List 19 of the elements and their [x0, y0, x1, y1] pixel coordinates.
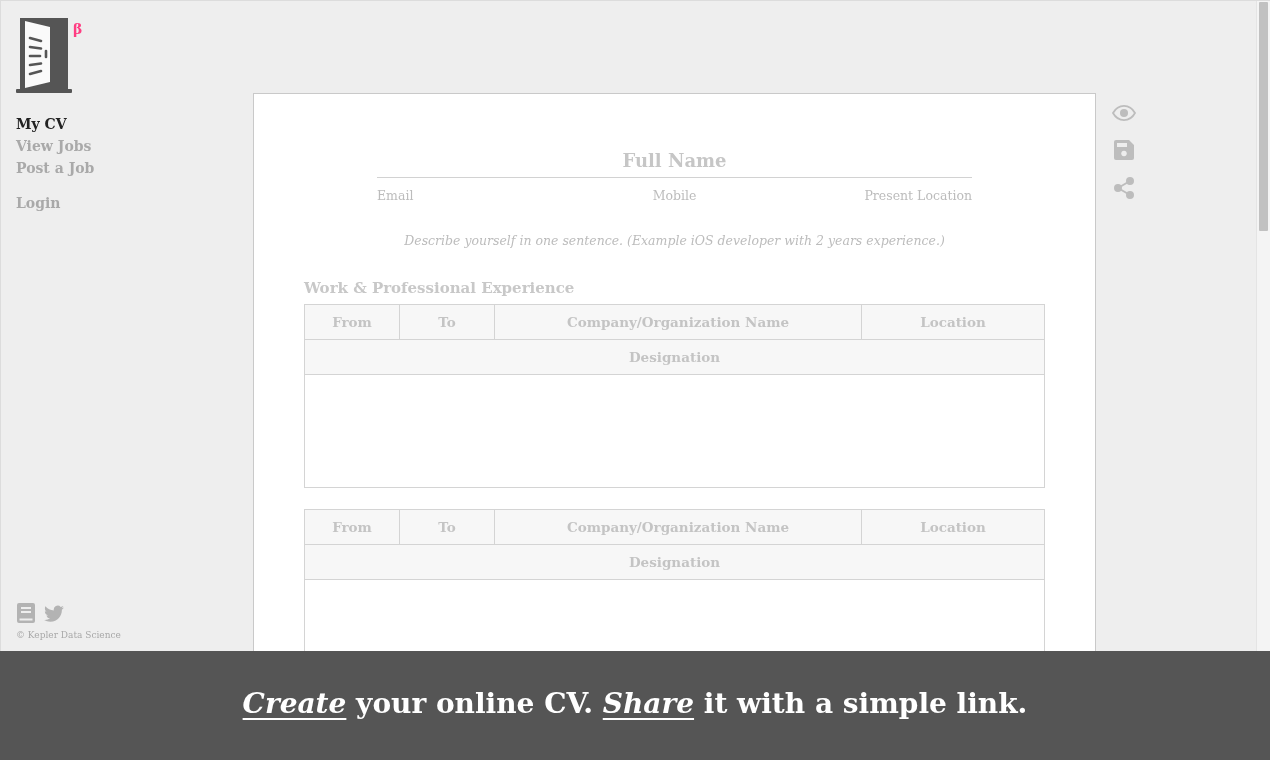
- name-field[interactable]: Full Name: [377, 144, 972, 178]
- email-field[interactable]: Email: [377, 186, 576, 204]
- mobile-field[interactable]: Mobile: [575, 186, 774, 204]
- summary-field[interactable]: Describe yourself in one sentence. (Example iOS developer with 2 years experience.): [304, 230, 1045, 250]
- nav-link[interactable]: Post a Job: [16, 157, 95, 179]
- save-icon[interactable]: [1114, 140, 1134, 160]
- nav-link[interactable]: View Jobs: [16, 135, 92, 157]
- scrollbar-thumb[interactable]: [1259, 2, 1268, 231]
- nav-link[interactable]: My CV: [16, 113, 67, 135]
- login-link[interactable]: Login: [16, 192, 61, 214]
- scrollbar-track[interactable]: [1256, 1, 1270, 651]
- share-icon[interactable]: [1114, 177, 1134, 199]
- tagline-text: Create your online CV. Share it with a simple link.: [242, 687, 1028, 722]
- location-field[interactable]: Present Location: [773, 186, 972, 204]
- copyright-text: © Kepler Data Science: [16, 629, 122, 641]
- eye-icon[interactable]: [1112, 105, 1136, 121]
- beta-label: β: [73, 21, 83, 37]
- book-icon[interactable]: [17, 603, 35, 623]
- bird-icon[interactable]: [44, 604, 64, 622]
